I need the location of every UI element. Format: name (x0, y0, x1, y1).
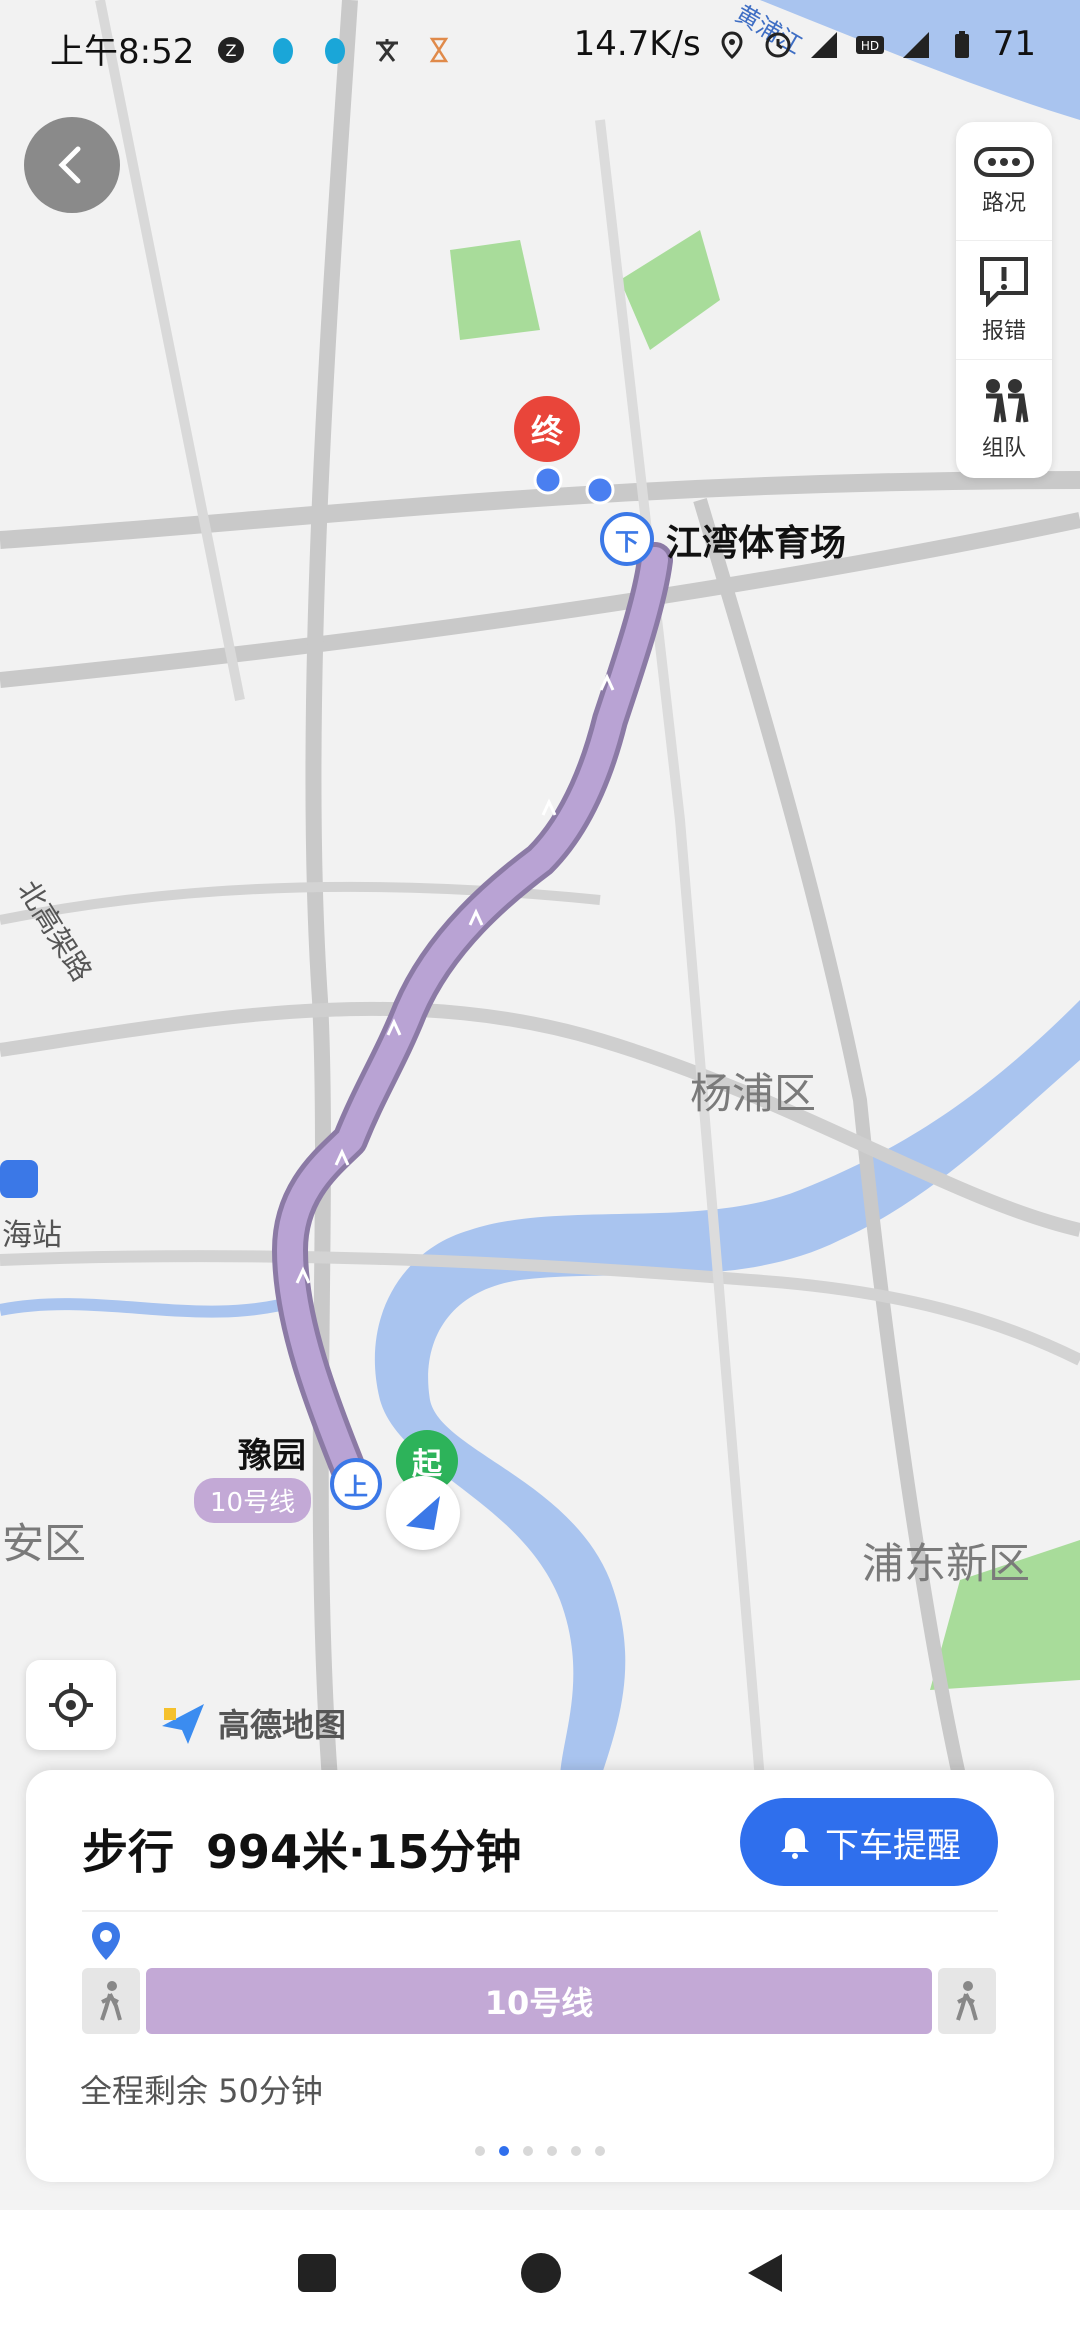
alarm-icon (763, 29, 793, 59)
location-icon (717, 29, 747, 60)
metro-line-label: 10号线 (484, 1984, 594, 2022)
metro-line-segment: 10号线 (146, 1968, 932, 2034)
qq-icon (268, 34, 298, 64)
metro-station-icon[interactable] (0, 1160, 38, 1198)
page-dot[interactable] (475, 2146, 485, 2156)
alight-alert-label: 下车提醒 (825, 1825, 961, 1866)
walking-icon (956, 1981, 978, 2021)
app-logo: 高德地图 (158, 1700, 346, 1746)
traffic-button[interactable]: 路况 (956, 122, 1052, 240)
logo-text: 高德地图 (218, 1706, 347, 1744)
network-speed: 14.7K/s (573, 24, 701, 64)
report-icon (980, 257, 1028, 307)
qq-icon (320, 34, 350, 64)
amap-logo-icon (162, 1704, 204, 1744)
location-pin-icon (88, 1920, 124, 1966)
status-bar: 上午8:52 Z 14.7K/s HD 71 (0, 0, 1080, 96)
signal-4g-icon (901, 29, 931, 59)
crosshair-icon (49, 1683, 93, 1727)
battery-icon (947, 29, 977, 59)
destination-marker[interactable]: 终 (514, 396, 580, 462)
alight-station-label: 江湾体育场 (666, 523, 847, 564)
walk-segment-end (938, 1968, 996, 2034)
page-dot-active[interactable] (499, 2146, 509, 2156)
app-notification-icon: Z (216, 34, 246, 64)
card-divider (82, 1910, 998, 1912)
map-tools-panel: 路况 报错 组队 (956, 122, 1052, 478)
district-label-yangpu: 杨浦区 (690, 1069, 817, 1118)
team-button[interactable]: 组队 (956, 359, 1052, 478)
map-canvas (0, 0, 1080, 1780)
page-dot[interactable] (595, 2146, 605, 2156)
status-time: 上午8:52 (50, 32, 195, 72)
hourglass-icon (424, 34, 454, 64)
system-nav-bar (0, 2210, 1080, 2340)
alight-alert-button[interactable]: 下车提醒 (740, 1798, 998, 1886)
locate-button[interactable] (26, 1660, 116, 1750)
route-info-card[interactable]: 步行 994米·15分钟 下车提醒 10号线 全程剩余 50分钟 (26, 1770, 1054, 2182)
district-label-pudong: 浦东新区 (862, 1539, 1031, 1588)
distance-time: 994米·15分钟 (206, 1825, 522, 1879)
home-button[interactable] (518, 2250, 564, 2296)
bell-icon (781, 1828, 809, 1859)
report-button[interactable]: 报错 (956, 240, 1052, 359)
traffic-label: 路况 (981, 191, 1026, 216)
alight-station-icon[interactable]: 下 (600, 512, 654, 566)
recent-apps-button[interactable] (294, 2250, 340, 2296)
destination-marker-label: 终 (530, 412, 563, 450)
team-icon (986, 379, 1029, 423)
board-station-icon[interactable]: 上 (330, 1458, 382, 1510)
map-view[interactable]: 终 下 江湾体育场 上 起 豫园 10号线 杨浦区 浦东新区 安区 黄浦江 北高… (0, 0, 1080, 1780)
travel-mode: 步行 (82, 1825, 174, 1879)
team-label: 组队 (981, 436, 1026, 461)
report-label: 报错 (981, 319, 1026, 344)
svg-text:HD: HD (861, 39, 879, 53)
traffic-icon (974, 147, 1034, 177)
hd-icon: HD (855, 29, 885, 59)
page-dot[interactable] (547, 2146, 557, 2156)
back-nav-button[interactable] (742, 2250, 788, 2296)
page-dot[interactable] (571, 2146, 581, 2156)
walking-icon (100, 1981, 122, 2021)
svg-text:Z: Z (226, 41, 237, 60)
left-station-label: 海站 (2, 1218, 62, 1253)
signal-icon (809, 29, 839, 59)
translate-icon (372, 34, 402, 64)
remaining-time: 全程剩余 50分钟 (80, 2072, 323, 2110)
battery-level: 71 (992, 24, 1036, 64)
chevron-left-icon (58, 146, 81, 184)
back-button[interactable] (24, 117, 120, 213)
board-station-label: 豫园 (238, 1436, 306, 1476)
district-label-left: 安区 (2, 1519, 87, 1568)
current-location-icon (386, 1476, 460, 1550)
walk-segment-start (82, 1968, 140, 2034)
page-dot[interactable] (523, 2146, 533, 2156)
page-indicator (26, 2146, 1054, 2156)
line-badge: 10号线 (194, 1478, 312, 1523)
